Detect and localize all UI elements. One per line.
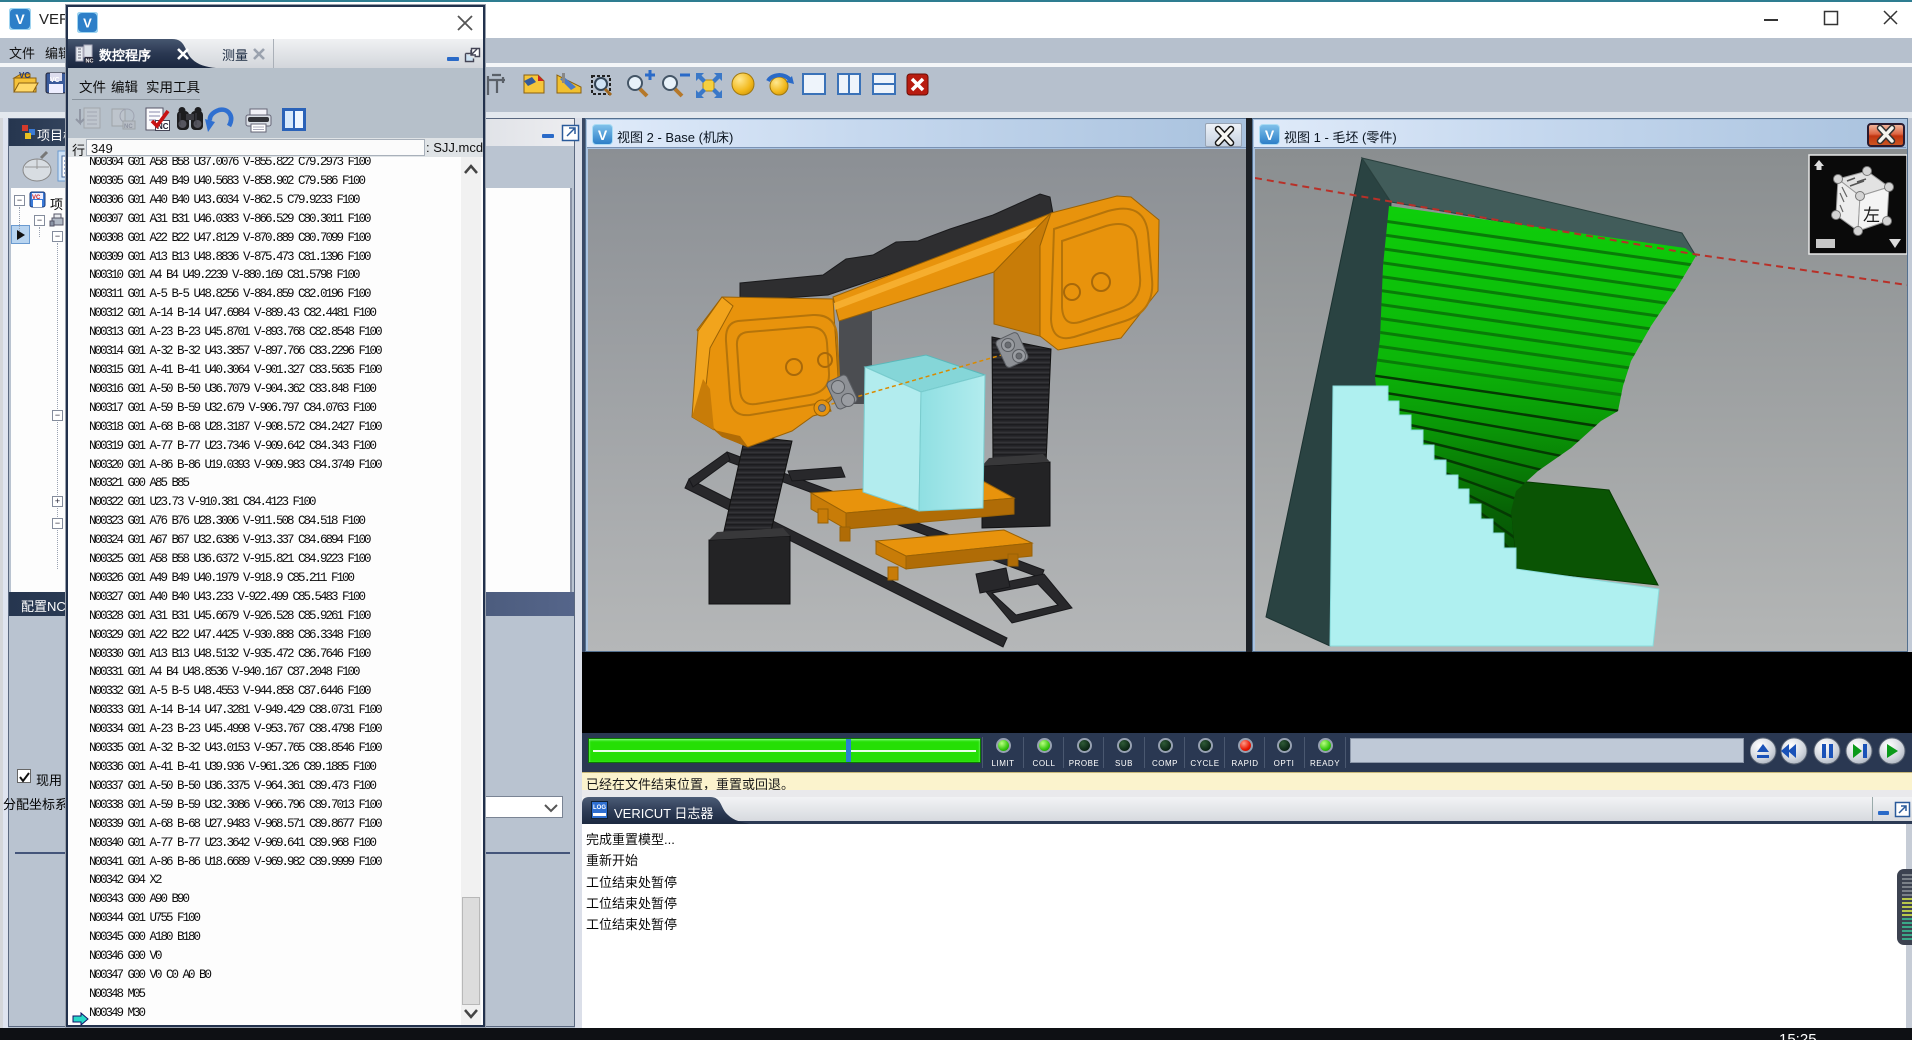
svg-text:VC: VC bbox=[50, 77, 60, 84]
svg-text:NC: NC bbox=[86, 59, 94, 64]
svg-text:LOG: LOG bbox=[593, 805, 606, 811]
svg-text:V: V bbox=[15, 11, 25, 27]
svg-text:V: V bbox=[83, 16, 92, 31]
svg-text:左: 左 bbox=[1863, 206, 1880, 225]
svg-text:VC: VC bbox=[32, 195, 41, 201]
svg-text:VC: VC bbox=[19, 71, 30, 80]
svg-text:NC: NC bbox=[124, 124, 133, 130]
